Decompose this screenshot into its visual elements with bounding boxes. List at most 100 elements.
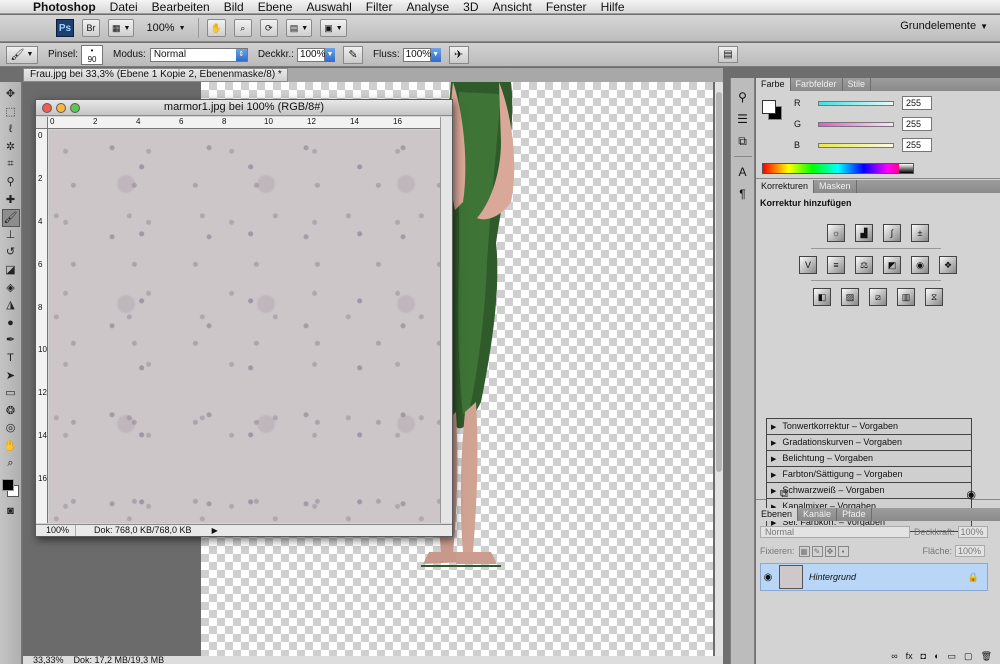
color-swatches[interactable] [1, 477, 21, 503]
healing-brush-tool-icon[interactable]: ✚ [2, 192, 20, 210]
zoom-level-select[interactable]: 100% ▼ [142, 19, 189, 37]
selective-color-icon[interactable]: ⧖ [925, 288, 943, 306]
tool-preset-picker[interactable]: 🖌 ▼ [6, 45, 38, 64]
exposure-icon[interactable]: ± [911, 224, 929, 242]
airbrush-button[interactable]: ✈ [448, 45, 469, 64]
eraser-tool-icon[interactable]: ◪ [2, 262, 20, 280]
layer-style-icon[interactable]: fx [906, 651, 913, 664]
document-zoom-status[interactable]: 33,33% [33, 656, 64, 664]
rotate-view-button[interactable]: ⟳ [259, 19, 278, 37]
pen-tool-icon[interactable]: ✒ [2, 332, 20, 350]
document-tab[interactable]: Frau.jpg bei 33,3% (Ebene 1 Kopie 2, Ebe… [23, 68, 288, 82]
horizontal-ruler[interactable]: 0 2 4 6 8 10 12 14 16 [48, 117, 440, 129]
tab-korrekturen[interactable]: Korrekturen [756, 180, 815, 193]
flow-dropdown[interactable]: ▼ [430, 47, 441, 62]
magic-wand-tool-icon[interactable]: ✲ [2, 139, 20, 157]
menu-bearbeiten[interactable]: Bearbeiten [145, 0, 217, 14]
menu-datei[interactable]: Datei [103, 0, 145, 14]
3d-rotate-tool-icon[interactable]: ❂ [2, 403, 20, 421]
foreground-color-chip[interactable] [762, 100, 776, 114]
red-slider[interactable] [818, 100, 894, 106]
red-value-input[interactable]: 255 [902, 96, 932, 110]
actions-panel-icon[interactable]: ☰ [733, 108, 753, 130]
preset-curves[interactable]: ▶ Gradationskurven – Vorgaben [767, 435, 971, 451]
scrollbar-thumb[interactable] [716, 92, 722, 472]
foreground-color-swatch[interactable] [1, 479, 14, 492]
marble-document-window[interactable]: marmor1.jpg bei 100% (RGB/8#) 0 2 4 6 8 … [35, 99, 453, 537]
invert-icon[interactable]: ◧ [813, 288, 831, 306]
eye-icon[interactable]: ◉ [761, 572, 775, 583]
view-extras-button[interactable]: ▦ ▼ [108, 19, 135, 37]
window-vertical-scrollbar[interactable] [440, 117, 452, 523]
dodge-tool-icon[interactable]: ● [2, 315, 20, 333]
minimize-window-icon[interactable] [56, 103, 66, 113]
tab-stile[interactable]: Stile [843, 78, 872, 91]
flow-input[interactable]: 100% [402, 47, 431, 62]
close-window-icon[interactable] [42, 103, 52, 113]
screen-mode-button[interactable]: ▣ ▼ [320, 19, 347, 37]
brightness-contrast-icon[interactable]: ☼ [827, 224, 845, 242]
green-slider[interactable] [818, 121, 894, 127]
blue-value-input[interactable]: 255 [902, 138, 932, 152]
marble-texture-canvas[interactable] [49, 130, 440, 523]
tab-ebenen[interactable]: Ebenen [756, 508, 799, 521]
preset-levels[interactable]: ▶ Tonwertkorrektur – Vorgaben [767, 419, 971, 435]
green-value-input[interactable]: 255 [902, 117, 932, 131]
menu-hilfe[interactable]: Hilfe [594, 0, 632, 14]
pressure-opacity-button[interactable]: ✎ [342, 45, 363, 64]
preset-hue-saturation[interactable]: ▶ Farbton/Sättigung – Vorgaben [767, 467, 971, 483]
history-brush-tool-icon[interactable]: ↺ [2, 244, 20, 262]
move-tool-icon[interactable]: ✥ [2, 86, 20, 104]
black-white-icon[interactable]: ◩ [883, 256, 901, 274]
menu-3d[interactable]: 3D [456, 0, 485, 14]
zoom-tool-icon[interactable]: ⌕ [2, 455, 20, 473]
delete-layer-icon[interactable]: 🗑 [981, 651, 992, 664]
menu-ansicht[interactable]: Ansicht [486, 0, 539, 14]
menu-auswahl[interactable]: Auswahl [299, 0, 358, 14]
bridge-button[interactable]: Br [82, 19, 100, 37]
lasso-tool-icon[interactable]: ℓ [2, 121, 20, 139]
shape-tool-icon[interactable]: ▭ [2, 385, 20, 403]
lock-all-icon[interactable]: ▪ [837, 545, 849, 557]
color-spectrum-bar[interactable] [762, 163, 914, 174]
color-balance-icon[interactable]: ⚖ [855, 256, 873, 274]
menu-photoshop[interactable]: Photoshop [26, 0, 103, 14]
lock-position-icon[interactable]: ✥ [824, 545, 836, 557]
new-layer-icon[interactable]: ▢ [964, 651, 973, 664]
preset-exposure[interactable]: ▶ Belichtung – Vorgaben [767, 451, 971, 467]
menu-filter[interactable]: Filter [359, 0, 400, 14]
path-selection-tool-icon[interactable]: ➤ [2, 368, 20, 386]
photo-filter-icon[interactable]: ◉ [911, 256, 929, 274]
brush-size-picker[interactable]: • 90 [81, 44, 104, 65]
gradient-map-icon[interactable]: ▥ [897, 288, 915, 306]
add-mask-icon[interactable]: ◘ [921, 651, 926, 664]
menu-ebene[interactable]: Ebene [251, 0, 300, 14]
menu-fenster[interactable]: Fenster [539, 0, 594, 14]
zoom-window-icon[interactable] [70, 103, 80, 113]
posterize-icon[interactable]: ▨ [841, 288, 859, 306]
blend-mode-select[interactable]: Normal [760, 526, 910, 538]
hand-tool-button[interactable]: ✋ [206, 19, 226, 37]
clip-to-layer-icon[interactable]: ⧉ [780, 488, 788, 501]
menu-analyse[interactable]: Analyse [399, 0, 456, 14]
layer-opacity-input[interactable]: 100% [957, 526, 988, 538]
mode-select[interactable]: Normal ⇕ [149, 47, 248, 62]
new-group-icon[interactable]: ▭ [948, 651, 957, 664]
marquee-tool-icon[interactable]: ⬚ [2, 104, 20, 122]
hand-tool-icon[interactable]: ✋ [2, 438, 20, 456]
new-adjustment-icon[interactable]: ◐ [934, 651, 939, 664]
vibrance-icon[interactable]: V [799, 256, 817, 274]
blue-slider[interactable] [818, 142, 894, 148]
tab-farbe[interactable]: Farbe [756, 78, 791, 91]
tab-masken[interactable]: Masken [814, 180, 857, 193]
crop-tool-icon[interactable]: ⌗ [2, 156, 20, 174]
eyedropper-tool-icon[interactable]: ⚲ [2, 174, 20, 192]
history-panel-icon[interactable]: ⚲ [733, 86, 753, 108]
layer-fill-input[interactable]: 100% [955, 545, 986, 557]
lock-pixels-icon[interactable]: ✎ [811, 545, 823, 557]
document-vertical-scrollbar[interactable] [715, 82, 723, 656]
tab-pfade[interactable]: Pfade [837, 508, 872, 521]
ruler-origin[interactable] [36, 117, 48, 129]
curves-icon[interactable]: ∫ [883, 224, 901, 242]
clone-stamp-tool-icon[interactable]: ⊥ [2, 227, 20, 245]
